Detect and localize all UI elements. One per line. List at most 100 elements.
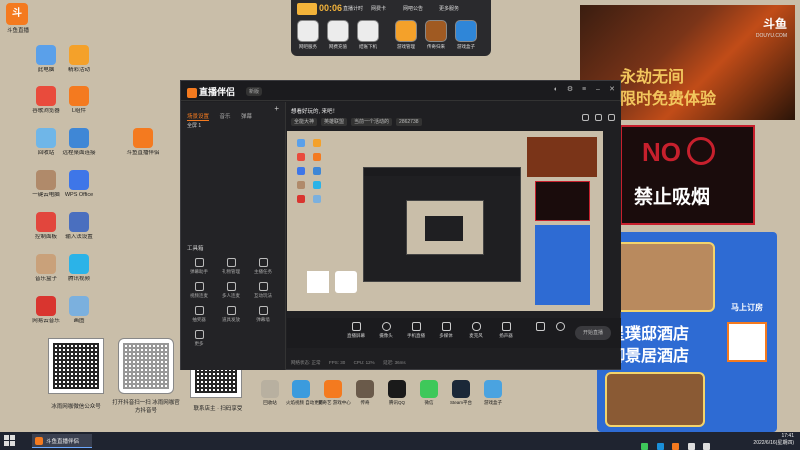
desktop-icon[interactable]: 远程桌面连接	[56, 128, 102, 156]
share-icon[interactable]	[595, 114, 602, 121]
start-live-button[interactable]: 开始直播	[575, 326, 611, 340]
tab-music[interactable]: 音乐	[219, 112, 230, 120]
desktop-shortcut[interactable]: 火焰视频 自动更新	[286, 380, 323, 406]
toolbox-item[interactable]: 弹幕助手	[187, 258, 211, 275]
desktop-icon-label: WPS Office	[64, 192, 94, 198]
hotel-ad[interactable]: 马上订房 星璞邸酒店 御景居酒店	[597, 232, 777, 432]
taskbar-app-douyu[interactable]: 斗鱼直播伴侣	[32, 434, 92, 448]
app-icon	[69, 45, 89, 65]
volume-icon[interactable]	[703, 443, 710, 450]
tab-danmu[interactable]: 弹幕	[241, 112, 252, 120]
nested-preview	[363, 167, 521, 282]
desktop-shortcut[interactable]: 回收站	[255, 380, 285, 406]
shortcut-icon	[420, 380, 438, 398]
shortcut-label: 游戏盒子	[484, 400, 502, 405]
power-icon[interactable]	[357, 20, 379, 42]
toolbox-item[interactable]: 主播任务	[251, 258, 275, 275]
box-icon[interactable]	[455, 20, 477, 42]
hotel-qr-code	[727, 322, 767, 362]
legend-icon[interactable]	[425, 20, 447, 42]
coin-icon[interactable]	[327, 20, 349, 42]
desktop-icon-label: 远程桌面连接	[62, 150, 96, 156]
toolbar-button-label: 网吧服务	[299, 44, 317, 49]
desktop-icon-label: L组件	[71, 108, 87, 114]
stream-preview[interactable]	[287, 131, 603, 311]
windows-start-icon[interactable]	[4, 435, 16, 447]
speaker-button[interactable]: 扬声器	[491, 322, 521, 339]
tool-icon	[258, 282, 268, 291]
add-scene-icon[interactable]: +	[274, 104, 279, 113]
screen-capture-button[interactable]: 直播屏幕	[341, 322, 371, 339]
close-icon[interactable]: ✕	[608, 86, 616, 94]
desktop-icon[interactable]: WPS Office	[56, 170, 102, 198]
app-icon	[36, 86, 56, 106]
phone-live-button[interactable]: 手机直播	[401, 322, 431, 339]
service-icon[interactable]	[297, 20, 319, 42]
no-smoking-sign: NO 禁止吸烟	[620, 125, 755, 225]
preview-icon	[297, 167, 305, 175]
toolbar-button-label: 结账下机	[359, 44, 377, 49]
wechat-qr-code	[48, 338, 104, 394]
timer-display: 00:06	[319, 3, 343, 13]
app-icon	[69, 212, 89, 232]
desktop-shortcut[interactable]: 传奇	[350, 380, 380, 406]
desktop-icon[interactable]: 画图	[56, 296, 102, 324]
toolbar-button-label: 游戏管理	[397, 44, 415, 49]
douyu-tray-icon[interactable]	[672, 443, 680, 450]
tool-label: 主播任务	[254, 269, 272, 274]
room-title[interactable]: 想看好玩的, 来吧！	[291, 107, 338, 115]
toolbar-link[interactable]: 网费卡	[371, 5, 386, 12]
taskbar-clock[interactable]: 17:41 2022/6/16(星期四)	[753, 433, 794, 447]
minimize-icon[interactable]: –	[594, 86, 602, 94]
desktop-shortcut[interactable]: 爱奇艺 游戏中心	[318, 380, 351, 406]
desktop-icon[interactable]: 输入法设置	[56, 212, 102, 240]
room-tag[interactable]: 全能大神	[291, 118, 318, 126]
settings-icon[interactable]: ⚙	[566, 86, 574, 94]
desktop-icon[interactable]: L组件	[56, 86, 102, 114]
desktop-icon-label: 精彩活动	[67, 67, 90, 73]
toolbox-item[interactable]: 多人连麦	[219, 282, 243, 299]
toolbox-item[interactable]: 弹幕墙	[251, 306, 275, 323]
desktop-shortcut[interactable]: 腾讯QQ	[382, 380, 412, 406]
app-icon	[36, 128, 56, 148]
brand-logo: 斗鱼	[762, 17, 787, 31]
gift-icon[interactable]	[582, 114, 589, 121]
toolbar-link[interactable]: 直播计时	[343, 5, 363, 12]
scene-item[interactable]: 全屏 1	[187, 122, 201, 129]
toolbox-item[interactable]: 互动玩法	[251, 282, 275, 299]
room-tag[interactable]: 英雄联盟	[321, 118, 348, 126]
game-icon[interactable]	[395, 20, 417, 42]
clock-date: 2022/6/16(星期四)	[753, 440, 794, 446]
desktop-shortcut[interactable]: 游戏盒子	[478, 380, 508, 406]
settings-button[interactable]	[545, 322, 575, 331]
network-icon[interactable]	[687, 443, 695, 450]
skin-icon[interactable]: ◐	[552, 86, 560, 94]
camera-button[interactable]: 摄像头	[371, 322, 401, 339]
menu-icon[interactable]: ≡	[580, 86, 588, 94]
desktop-icon[interactable]: 斗鱼直播伴侣	[120, 128, 166, 156]
toolbox-item[interactable]: 礼物管理	[219, 258, 243, 275]
desktop-icon[interactable]: 腾讯视频	[56, 254, 102, 282]
tool-icon	[258, 258, 268, 267]
desktop-icon[interactable]: 精彩活动	[56, 45, 102, 73]
wechat-tray-icon[interactable]	[641, 443, 649, 450]
qq-tray-icon[interactable]	[656, 443, 664, 450]
toolbox-item[interactable]: 视频连麦	[187, 282, 211, 299]
tab-scene[interactable]: 场景设置	[187, 112, 210, 121]
desktop-shortcut[interactable]: Steam平台	[446, 380, 476, 406]
desktop-shortcut[interactable]: 微信	[414, 380, 444, 406]
bottom-control-bar: 直播屏幕 摄像头 手机直播 多媒体 麦克风 扬声器 开始直播	[287, 318, 621, 348]
tool-icon	[226, 258, 236, 267]
douyu-corner-icon[interactable]: 斗	[6, 3, 28, 25]
toolbox-item[interactable]: 更多	[187, 330, 211, 347]
microphone-button[interactable]: 麦克风	[461, 322, 491, 339]
tool-label: 抽奖器	[192, 317, 206, 322]
toolbox-item[interactable]: 抽奖器	[187, 306, 211, 323]
chat-icon[interactable]	[608, 114, 615, 121]
media-button[interactable]: 多媒体	[431, 322, 461, 339]
toolbar-link[interactable]: 更多服务	[439, 5, 459, 12]
tool-icon	[258, 306, 268, 315]
version-badge[interactable]: 新版	[246, 87, 263, 96]
toolbox-item[interactable]: 道具发放	[219, 306, 243, 323]
toolbar-link[interactable]: 网吧公告	[403, 5, 423, 12]
